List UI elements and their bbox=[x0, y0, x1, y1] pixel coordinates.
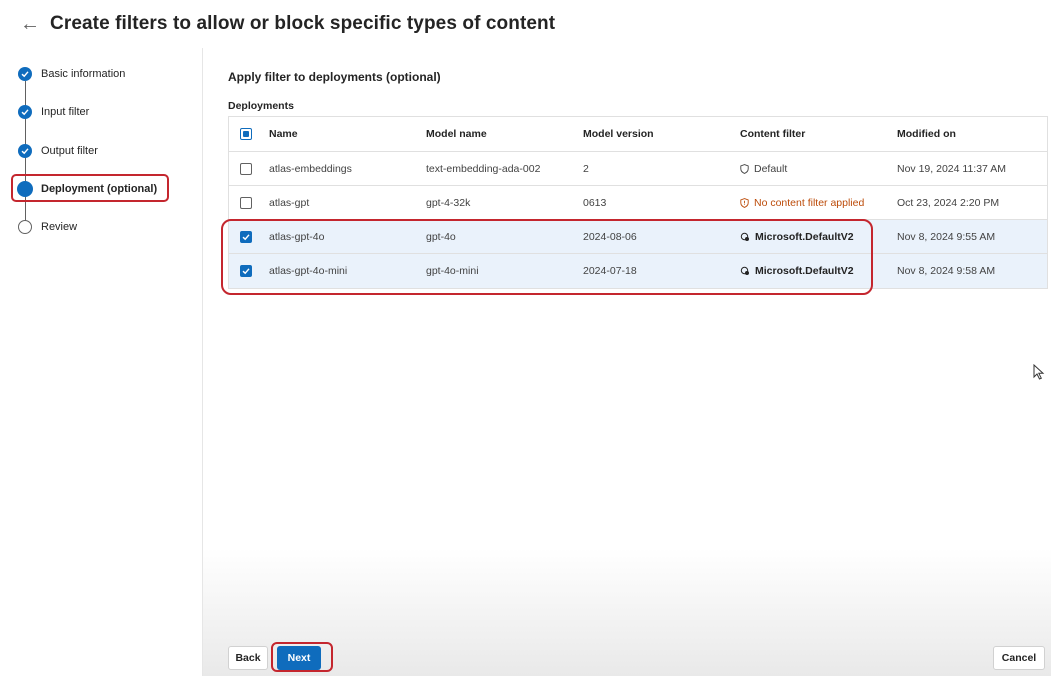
deployments-label: Deployments bbox=[228, 100, 294, 112]
warning-shield-icon bbox=[740, 197, 749, 208]
row-modified-on: Oct 23, 2024 2:20 PM bbox=[897, 196, 1000, 209]
column-header-model-name[interactable]: Model name bbox=[426, 128, 583, 140]
step-label: Review bbox=[41, 221, 78, 233]
next-highlight-annotation bbox=[271, 642, 333, 672]
row-model-name: text-embedding-ada-002 bbox=[426, 162, 541, 175]
wizard-steps: Basic information Input filter Output fi… bbox=[0, 48, 203, 676]
section-title: Apply filter to deployments (optional) bbox=[228, 70, 441, 84]
cancel-button[interactable]: Cancel bbox=[993, 646, 1045, 670]
table-header-row: Name Model name Model version Content fi… bbox=[229, 117, 1047, 152]
shield-icon bbox=[740, 163, 749, 174]
arrow-left-icon[interactable]: ← bbox=[20, 14, 40, 34]
step-basic-information[interactable]: Basic information bbox=[18, 67, 125, 81]
page-header: ← Create filters to allow or block speci… bbox=[0, 0, 1051, 48]
step-output-filter[interactable]: Output filter bbox=[18, 144, 98, 158]
column-header-content-filter[interactable]: Content filter bbox=[740, 128, 897, 140]
row-content-filter: Default bbox=[754, 162, 788, 175]
selected-rows-highlight-annotation bbox=[221, 219, 873, 295]
page-title: Create filters to allow or block specifi… bbox=[50, 13, 556, 34]
column-header-modified-on[interactable]: Modified on bbox=[897, 128, 1047, 140]
row-model-version: 0613 bbox=[583, 196, 607, 209]
mouse-pointer-icon bbox=[1033, 364, 1045, 380]
column-header-model-version[interactable]: Model version bbox=[583, 128, 740, 140]
step-label: Output filter bbox=[41, 145, 98, 157]
select-all-checkbox[interactable] bbox=[240, 128, 252, 140]
row-model-name: gpt-4-32k bbox=[426, 196, 471, 209]
table-row[interactable]: atlas-embeddings text-embedding-ada-002 … bbox=[229, 152, 1047, 186]
checkmark-icon bbox=[18, 105, 32, 119]
step-highlight-annotation bbox=[11, 174, 169, 202]
row-name: atlas-gpt bbox=[269, 196, 310, 209]
row-modified-on: Nov 19, 2024 11:37 AM bbox=[897, 162, 1006, 175]
row-checkbox[interactable] bbox=[240, 162, 252, 175]
checkmark-icon bbox=[18, 144, 32, 158]
row-model-version: 2 bbox=[583, 162, 589, 175]
step-input-filter[interactable]: Input filter bbox=[18, 105, 89, 119]
step-review[interactable]: Review bbox=[18, 220, 77, 234]
column-header-name[interactable]: Name bbox=[269, 128, 426, 140]
row-modified-on: Nov 8, 2024 9:55 AM bbox=[897, 230, 996, 243]
row-name: atlas-embeddings bbox=[269, 162, 352, 175]
step-label: Input filter bbox=[41, 106, 90, 118]
pending-step-icon bbox=[18, 220, 32, 234]
back-button[interactable]: Back bbox=[228, 646, 268, 670]
row-modified-on: Nov 8, 2024 9:58 AM bbox=[897, 265, 996, 277]
table-row[interactable]: atlas-gpt gpt-4-32k 0613 No content filt… bbox=[229, 186, 1047, 220]
row-checkbox[interactable] bbox=[240, 196, 252, 209]
checkmark-icon bbox=[18, 67, 32, 81]
main-content: Apply filter to deployments (optional) D… bbox=[203, 48, 1051, 676]
row-content-filter: No content filter applied bbox=[754, 196, 865, 209]
step-label: Basic information bbox=[41, 68, 126, 80]
